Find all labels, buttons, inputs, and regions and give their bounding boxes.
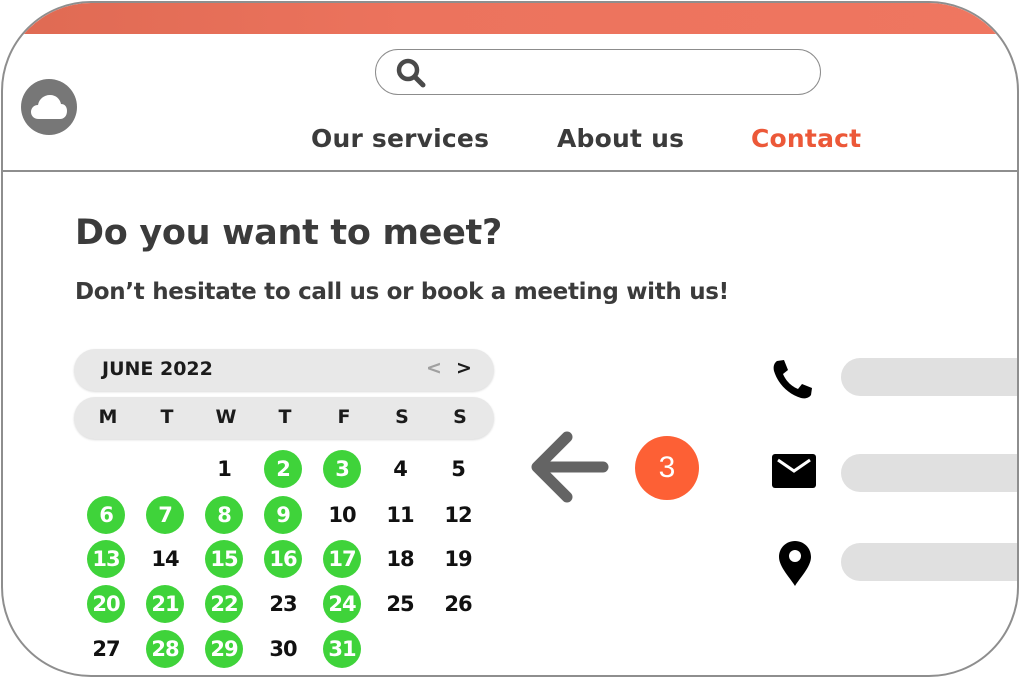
weekday-label: T [160, 406, 174, 428]
calendar-day[interactable]: 26 [439, 585, 477, 623]
nav-our-services[interactable]: Our services [311, 124, 489, 153]
calendar-day[interactable]: 12 [439, 496, 477, 534]
weekday-label: W [215, 406, 237, 428]
location-pin-icon [779, 541, 811, 586]
calendar-month-label: JUNE 2022 [102, 358, 213, 380]
calendar-day-available[interactable]: 15 [205, 540, 243, 578]
header-divider [3, 170, 1017, 172]
calendar-day-available[interactable]: 20 [87, 585, 125, 623]
calendar-day-available[interactable]: 9 [264, 496, 302, 534]
calendar-day-available[interactable]: 28 [146, 630, 184, 668]
calendar-day-available[interactable]: 2 [264, 450, 302, 488]
calendar-day[interactable]: 4 [381, 450, 419, 488]
address-field[interactable] [841, 543, 1017, 581]
weekday-label: S [453, 406, 467, 428]
calendar-day-available[interactable]: 16 [264, 540, 302, 578]
nav-about-us[interactable]: About us [557, 124, 684, 153]
calendar-day-available[interactable]: 29 [205, 630, 243, 668]
calendar-prev-button[interactable]: < [426, 357, 442, 379]
step-badge: 3 [635, 436, 699, 500]
calendar-next-button[interactable]: > [456, 357, 472, 379]
search-input[interactable] [438, 58, 802, 88]
calendar-weekday-row: M T W T F S S [74, 397, 494, 439]
nav-contact[interactable]: Contact [751, 124, 861, 153]
calendar-header: JUNE 2022 < > [74, 349, 494, 391]
email-field[interactable] [841, 454, 1017, 492]
cloud-icon [31, 95, 67, 119]
calendar-day[interactable]: 1 [205, 450, 243, 488]
calendar-day-available[interactable]: 7 [146, 496, 184, 534]
arrow-left-icon [531, 431, 609, 503]
page-title: Do you want to meet? [75, 213, 502, 253]
calendar-day[interactable]: 23 [264, 585, 302, 623]
calendar-day-available[interactable]: 31 [323, 630, 361, 668]
calendar-day[interactable]: 18 [381, 540, 419, 578]
phone-field[interactable] [841, 358, 1017, 396]
calendar-day[interactable]: 19 [439, 540, 477, 578]
mail-icon [772, 454, 816, 488]
calendar-day[interactable]: 11 [381, 496, 419, 534]
calendar-day[interactable]: 27 [87, 630, 125, 668]
calendar-day-available[interactable]: 17 [323, 540, 361, 578]
calendar-day[interactable]: 10 [323, 496, 361, 534]
page-subtitle: Don’t hesitate to call us or book a meet… [75, 279, 729, 305]
search-bar[interactable] [375, 49, 821, 95]
weekday-label: T [278, 406, 292, 428]
calendar-day-available[interactable]: 13 [87, 540, 125, 578]
weekday-label: M [98, 406, 118, 428]
calendar-day-available[interactable]: 21 [146, 585, 184, 623]
search-icon[interactable] [396, 58, 430, 88]
browser-window: Our services About us Contact Do you wan… [1, 1, 1019, 677]
calendar-day-available[interactable]: 8 [205, 496, 243, 534]
calendar-day[interactable]: 25 [381, 585, 419, 623]
calendar-day[interactable]: 5 [439, 450, 477, 488]
calendar-day-available[interactable]: 22 [205, 585, 243, 623]
calendar-day-available[interactable]: 3 [323, 450, 361, 488]
logo[interactable] [21, 79, 77, 135]
calendar-day-available[interactable]: 24 [323, 585, 361, 623]
phone-icon [773, 360, 812, 399]
calendar-day-available[interactable]: 6 [87, 496, 125, 534]
weekday-label: F [337, 406, 351, 428]
calendar-day[interactable]: 30 [264, 630, 302, 668]
calendar-day[interactable]: 14 [146, 540, 184, 578]
window-title-bar [3, 3, 1017, 34]
weekday-label: S [395, 406, 409, 428]
